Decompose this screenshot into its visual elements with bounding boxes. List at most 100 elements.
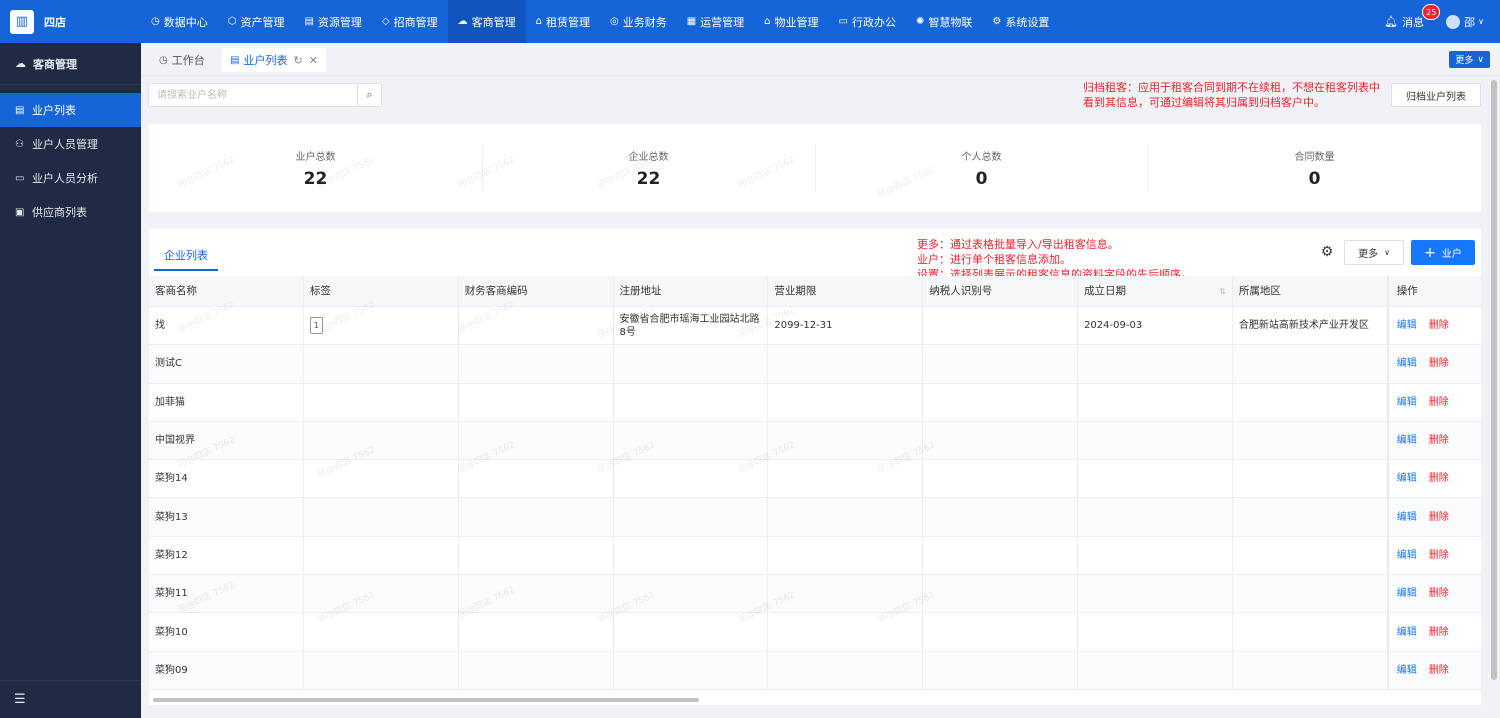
horizontal-scrollbar[interactable]	[153, 698, 699, 702]
nav-item-leasing[interactable]: ⌂ 租赁管理	[526, 0, 600, 43]
messages-button[interactable]: 🔔︎ 消息 25	[1384, 3, 1441, 30]
edit-link[interactable]: 编辑	[1397, 357, 1417, 370]
nav-item-data-center[interactable]: ◷ 数据中心	[141, 0, 218, 43]
sidebar-title: ☁ 客商管理	[0, 43, 141, 85]
close-icon[interactable]: ✕	[309, 54, 318, 67]
cell-date	[1078, 575, 1233, 613]
column-header: 所属地区	[1233, 276, 1388, 306]
nav-item-finance[interactable]: ◎ 业务财务	[600, 0, 677, 43]
monitor-icon: ▭	[838, 16, 848, 27]
nav-item-operations[interactable]: ▦ 运营管理	[677, 0, 754, 43]
cell-term: 2099-12-31	[768, 307, 924, 345]
edit-link[interactable]: 编辑	[1397, 472, 1417, 485]
cell-tag	[304, 498, 459, 536]
nav-item-property[interactable]: ⌂ 物业管理	[754, 0, 828, 43]
edit-link[interactable]: 编辑	[1397, 664, 1417, 677]
add-tenant-button[interactable]: + 业户	[1411, 240, 1475, 265]
cell-actions: 编辑 删除	[1387, 613, 1481, 651]
table-row: 测试C 编辑 删除	[149, 345, 1481, 384]
nav-label: 业务财务	[622, 15, 667, 29]
nav-label: 智慧物联	[928, 15, 973, 29]
archive-list-button[interactable]: 归档业户列表	[1391, 83, 1481, 107]
sidebar-item-tenant-list[interactable]: ▤ 业户列表	[0, 93, 141, 127]
nav-item-iot[interactable]: ✺ 智慧物联	[906, 0, 982, 43]
edit-link[interactable]: 编辑	[1397, 549, 1417, 562]
edit-link[interactable]: 编辑	[1397, 434, 1417, 447]
delete-link[interactable]: 删除	[1429, 357, 1449, 370]
cell-address	[614, 575, 769, 613]
sidebar-item-suppliers[interactable]: ▣ 供应商列表	[0, 195, 141, 229]
app-name: 四店	[44, 15, 66, 29]
delete-link[interactable]: 删除	[1429, 472, 1449, 485]
cloud-icon: ☁	[15, 57, 26, 70]
cell-code	[459, 421, 614, 460]
list-more-button[interactable]: 更多 ∨	[1344, 240, 1404, 265]
archive-annotation: 归档租客：应用于租客合同到期不在续租，不想在租客列表中看到其信息，可通过编辑将其…	[1083, 81, 1380, 109]
delete-link[interactable]: 删除	[1429, 319, 1449, 332]
table-row: 菜狗10 编辑 删除	[149, 613, 1481, 652]
stat-value: 22	[303, 168, 328, 189]
indent-icon: ☰	[14, 692, 26, 707]
gear-icon: ⚙	[1320, 244, 1334, 260]
app-logo[interactable]: ▥ 四店	[0, 0, 141, 43]
tabs-more-button[interactable]: 更多 ∨	[1449, 51, 1490, 68]
document-icon: ▤	[230, 54, 240, 66]
delete-link[interactable]: 删除	[1429, 434, 1449, 447]
column-settings-button[interactable]: ⚙	[1317, 242, 1337, 262]
cell-date	[1078, 345, 1233, 383]
tab-tenant-list[interactable]: ▤ 业户列表 ↻ ✕	[222, 48, 326, 72]
sidebar-title-text: 客商管理	[33, 57, 77, 71]
stat-label: 企业总数	[628, 151, 669, 163]
table-row: 菜狗11 编辑 删除	[149, 575, 1481, 614]
sidebar-item-label: 业户列表	[32, 104, 76, 117]
delete-link[interactable]: 删除	[1429, 511, 1449, 524]
cell-tag	[304, 383, 459, 421]
cell-code	[459, 613, 614, 651]
tab-company-list[interactable]: 企业列表	[154, 241, 218, 271]
edit-link[interactable]: 编辑	[1397, 319, 1417, 332]
cell-term	[768, 536, 924, 575]
table-row: 菜狗12 编辑 删除	[149, 536, 1481, 576]
cube-icon: ⬡	[227, 16, 237, 27]
nav-item-settings[interactable]: ⚙ 系统设置	[982, 0, 1059, 43]
nav-item-admin[interactable]: ▭ 行政办公	[829, 0, 906, 43]
cell-name: 菜狗13	[149, 498, 304, 536]
user-menu[interactable]: 邵 ∨	[1446, 14, 1484, 30]
sidebar-item-tenant-analysis[interactable]: ▭ 业户人员分析	[0, 161, 141, 195]
column-header-sortable[interactable]: 成立日期 ⇅	[1078, 276, 1233, 306]
nav-item-resources[interactable]: ▤ 资源管理	[294, 0, 371, 43]
delete-link[interactable]: 删除	[1429, 587, 1449, 600]
delete-link[interactable]: 删除	[1429, 664, 1449, 677]
search-button[interactable]: ⌕	[357, 84, 381, 106]
cell-region: 合肥新站高新技术产业开发区	[1233, 307, 1388, 345]
cell-name: 菜狗12	[149, 536, 304, 575]
column-header: 财务客商编码	[459, 276, 614, 306]
nav-item-assets[interactable]: ⬡ 资产管理	[218, 0, 295, 43]
monitor-icon: ▭	[15, 172, 25, 184]
delete-link[interactable]: 删除	[1429, 396, 1449, 409]
vertical-scrollbar[interactable]	[1491, 80, 1497, 680]
nav-label: 资源管理	[317, 15, 362, 29]
edit-link[interactable]: 编辑	[1397, 511, 1417, 524]
cell-date	[1078, 651, 1233, 689]
delete-link[interactable]: 删除	[1429, 626, 1449, 639]
table-row: 菜狗14 编辑 删除	[149, 460, 1481, 499]
cell-region	[1233, 345, 1388, 383]
cell-code	[459, 498, 614, 536]
nav-item-merchants[interactable]: ☁ 客商管理	[447, 0, 526, 43]
edit-link[interactable]: 编辑	[1397, 587, 1417, 600]
search-input[interactable]	[149, 84, 357, 106]
cell-region	[1233, 460, 1388, 498]
refresh-icon[interactable]: ↻	[293, 54, 302, 67]
tab-workbench[interactable]: ◷ 工作台	[151, 48, 213, 72]
cell-term	[768, 498, 924, 536]
delete-link[interactable]: 删除	[1429, 549, 1449, 562]
collapse-sidebar-button[interactable]: ☰	[0, 680, 141, 718]
sort-icon[interactable]: ⇅	[1219, 285, 1226, 298]
edit-link[interactable]: 编辑	[1397, 396, 1417, 409]
stat-value: 0	[975, 168, 988, 189]
nav-item-investment[interactable]: ◇ 招商管理	[372, 0, 448, 43]
sidebar-item-tenant-staff[interactable]: ⚇ 业户人员管理	[0, 127, 141, 161]
edit-link[interactable]: 编辑	[1397, 626, 1417, 639]
cell-tag	[304, 421, 459, 460]
